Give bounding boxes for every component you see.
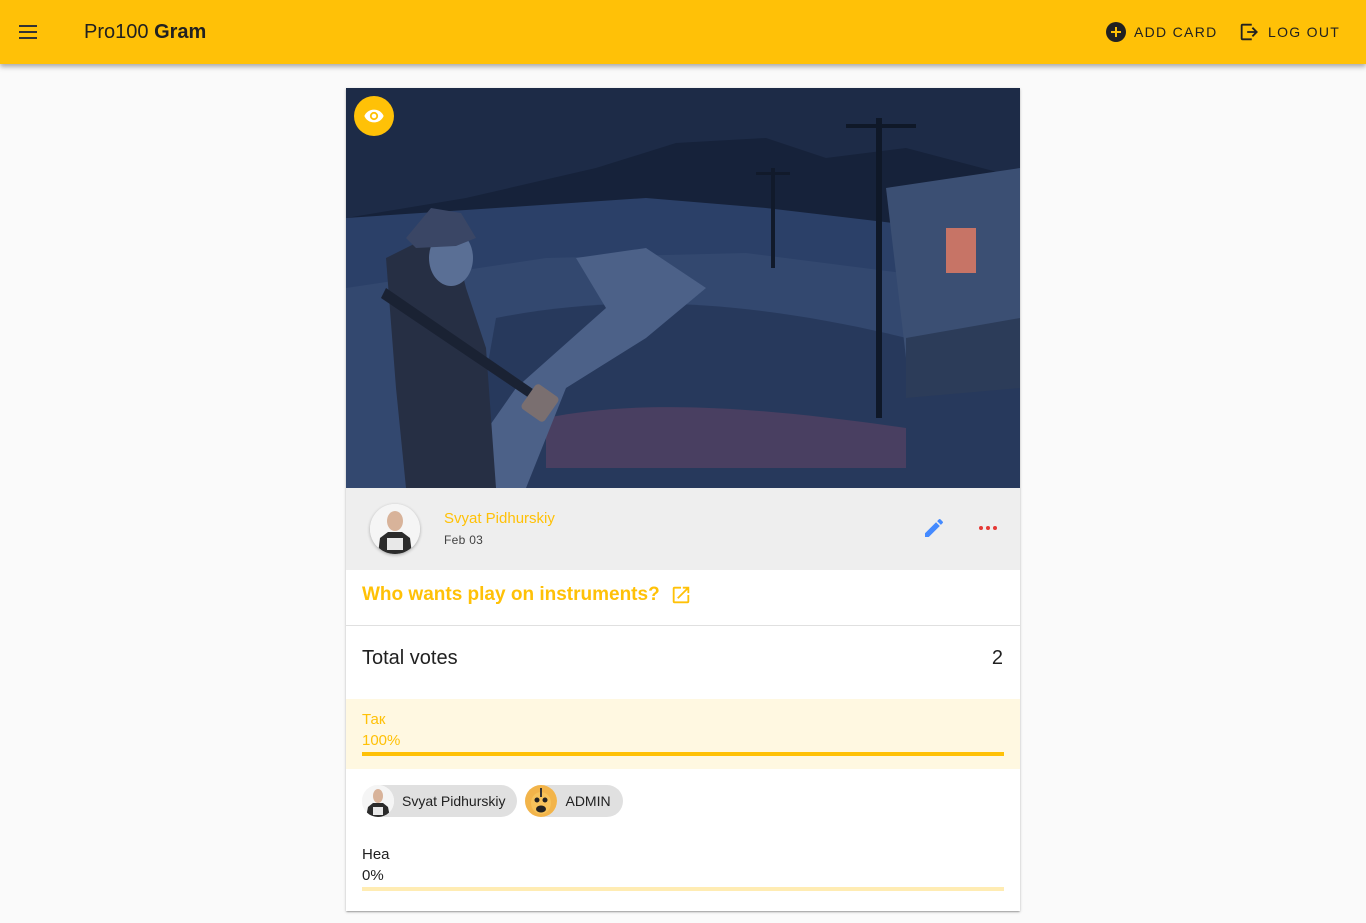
app-title: Pro100 Gram (84, 20, 206, 44)
post-title-link[interactable]: Who wants play on instruments? (362, 584, 692, 606)
add-circle-icon (1106, 22, 1126, 42)
option-progress (362, 752, 1004, 756)
title-row: Who wants play on instruments? (346, 570, 1020, 626)
voter-name: Svyat Pidhurskiy (402, 793, 506, 809)
view-button[interactable] (354, 96, 394, 136)
avatar-image (370, 504, 420, 554)
poll-option[interactable]: Так 100% (346, 699, 1020, 769)
author-avatar[interactable] (370, 504, 420, 554)
option-progress-fill (362, 752, 1004, 756)
total-votes: Total votes 2 (346, 627, 1020, 699)
add-card-label: ADD CARD (1134, 24, 1218, 40)
option-percent: 0% (362, 867, 384, 884)
voter-chips: Svyat Pidhurskiy ADMIN (362, 785, 623, 817)
option-progress (362, 887, 1004, 891)
open-in-new-icon (672, 586, 689, 604)
logout-button[interactable]: LOG OUT (1238, 16, 1340, 48)
menu-icon[interactable] (16, 20, 40, 44)
avatar (362, 785, 394, 817)
option-label: Неа (362, 846, 390, 863)
avatar (525, 785, 558, 817)
option-label: Так (362, 711, 386, 728)
top-app-bar: Pro100 Gram ADD CARD LOG OUT (0, 0, 1366, 64)
logout-icon (1240, 23, 1258, 41)
edit-button[interactable] (922, 516, 946, 540)
post-card: Svyat Pidhurskiy Feb 03 Who wants play o… (346, 88, 1020, 911)
author-name[interactable]: Svyat Pidhurskiy (444, 510, 555, 527)
voter-chip[interactable]: ADMIN (525, 785, 623, 817)
brand-light: Pro100 (84, 21, 149, 43)
total-votes-value: 2 (991, 647, 1003, 669)
poll-option[interactable]: Неа 0% (346, 838, 1020, 894)
post-title: Who wants play on instruments? (362, 584, 660, 605)
total-votes-label: Total votes (362, 647, 458, 669)
pencil-icon (925, 518, 944, 537)
voter-chip[interactable]: Svyat Pidhurskiy (362, 785, 518, 817)
card-image (346, 88, 1020, 488)
eye-icon (364, 109, 384, 123)
logout-label: LOG OUT (1268, 24, 1341, 40)
more-button[interactable] (976, 516, 1000, 540)
card-illustration (346, 88, 1020, 488)
post-date: Feb 03 (444, 533, 484, 547)
brand-bold: Gram (154, 21, 207, 43)
card-header: Svyat Pidhurskiy Feb 03 (346, 488, 1020, 570)
voter-name: ADMIN (565, 793, 611, 809)
more-horizontal-icon (979, 526, 983, 530)
option-percent: 100% (362, 732, 401, 749)
add-card-button[interactable]: ADD CARD (1106, 16, 1218, 48)
